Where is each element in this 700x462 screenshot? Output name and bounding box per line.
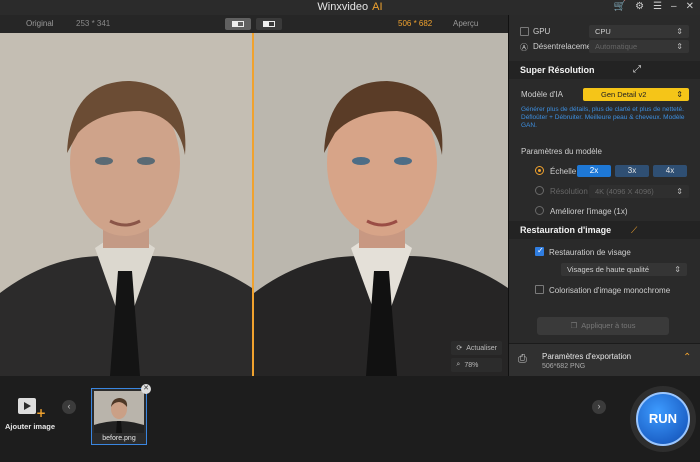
face-restoration-label: Restauration de visage bbox=[549, 248, 631, 257]
restoration-title: Restauration d'image bbox=[520, 225, 612, 235]
remove-file-icon[interactable]: ✕ bbox=[141, 384, 151, 394]
super-resolution-title: Super Résolution bbox=[520, 65, 595, 75]
gpu-select[interactable]: CPU ⇕ bbox=[589, 25, 689, 38]
app-title: Winxvideo AI bbox=[0, 1, 700, 13]
output-resolution: 506 * 682 bbox=[398, 19, 433, 28]
chevron-updown-icon: ⇕ bbox=[676, 90, 683, 99]
enhanced-image bbox=[254, 33, 508, 376]
deinterlace-select-value: Automatique bbox=[595, 42, 638, 51]
add-image-label: Ajouter image bbox=[4, 422, 55, 431]
colorize-label: Colorisation d'image monochrome bbox=[549, 286, 671, 295]
resolution-label: Résolution bbox=[550, 187, 588, 196]
thumbnail-image bbox=[94, 391, 144, 433]
preview-label: Aperçu bbox=[453, 19, 479, 28]
settings-panel: GPU CPU ⇕ Ⓐ Désentrelacement Automatique… bbox=[508, 15, 700, 376]
enhance-image-radio[interactable] bbox=[535, 206, 544, 215]
original-resolution: 253 * 341 bbox=[76, 19, 111, 28]
refresh-label: Actualiser bbox=[466, 344, 497, 352]
scale-3x-button[interactable]: 3x bbox=[615, 165, 649, 177]
chevron-double-up-icon[interactable]: ⌃ bbox=[683, 352, 691, 363]
chevron-updown-icon: ⇕ bbox=[674, 265, 681, 274]
run-button[interactable]: RUN bbox=[636, 392, 690, 446]
app-name-accent: AI bbox=[372, 1, 383, 13]
copy-icon: ❐ bbox=[570, 321, 578, 330]
ai-model-value: Gen Detail v2 bbox=[601, 90, 647, 99]
original-image bbox=[0, 33, 252, 376]
ai-model-select[interactable]: Gen Detail v2 ⇕ bbox=[583, 88, 689, 101]
refresh-button[interactable]: ⟳ Actualiser bbox=[451, 341, 502, 355]
scale-4x-button[interactable]: 4x bbox=[653, 165, 687, 177]
face-quality-value: Visages de haute qualité bbox=[567, 265, 650, 274]
app-name: Winxvideo bbox=[317, 1, 369, 13]
resolution-select[interactable]: 4K (4096 X 4096) ⇕ bbox=[589, 185, 689, 198]
super-resolution-header: Super Résolution ⤢ bbox=[509, 61, 700, 79]
zoom-level: 78% bbox=[464, 361, 479, 369]
export-title: Paramètres d'exportation bbox=[542, 352, 632, 361]
scroll-right-button[interactable]: › bbox=[592, 400, 606, 414]
menu-icon[interactable]: ☰ bbox=[653, 1, 662, 13]
minimize-icon[interactable]: – bbox=[671, 1, 677, 13]
preview-header: Original 253 * 341 506 * 682 Aperçu bbox=[0, 15, 508, 33]
export-icon: ⎙ bbox=[518, 353, 527, 365]
export-settings[interactable]: ⎙ Paramètres d'exportation 506*682 PNG ⌃ bbox=[509, 343, 700, 376]
refresh-icon: ⟳ bbox=[456, 345, 463, 352]
model-description: Générer plus de détails, plus de clarté … bbox=[521, 106, 685, 129]
run-button-container: RUN bbox=[630, 386, 696, 452]
cart-icon[interactable]: 🛒 bbox=[614, 1, 626, 13]
svg-text:+: + bbox=[36, 406, 45, 418]
gpu-select-value: CPU bbox=[595, 27, 611, 36]
resolution-radio[interactable] bbox=[535, 186, 544, 195]
expand-icon[interactable]: ⤢ bbox=[633, 64, 641, 75]
model-params-label: Paramètres du modèle bbox=[521, 147, 602, 156]
chevron-updown-icon: ⇕ bbox=[676, 27, 683, 36]
zoom-icon: ⌕ bbox=[456, 361, 461, 368]
colorize-checkbox[interactable] bbox=[535, 285, 544, 294]
scroll-left-button[interactable]: ‹ bbox=[62, 400, 76, 414]
resolution-value: 4K (4096 X 4096) bbox=[595, 187, 654, 196]
apply-to-all-button[interactable]: ❐ Appliquer à tous bbox=[537, 317, 669, 335]
settings-icon[interactable]: ⚙ bbox=[635, 1, 644, 13]
scale-label: Échelle bbox=[550, 167, 577, 176]
enhance-image-label: Améliorer l'image (1x) bbox=[550, 207, 628, 216]
file-strip: + Ajouter image ‹ before.png ✕ › bbox=[0, 376, 700, 462]
magic-wand-icon[interactable]: ⟋ bbox=[631, 225, 637, 236]
export-details: 506*682 PNG bbox=[542, 363, 586, 370]
restoration-header: Restauration d'image ⟋ bbox=[509, 221, 700, 239]
close-icon[interactable]: ✕ bbox=[686, 1, 694, 13]
side-by-side-view-button[interactable] bbox=[256, 18, 282, 30]
scale-radio[interactable] bbox=[535, 166, 544, 175]
apply-to-all-label: Appliquer à tous bbox=[581, 321, 636, 330]
face-restoration-checkbox[interactable] bbox=[535, 246, 544, 256]
preview-area[interactable]: ⟳ Actualiser ⌕ 78% bbox=[0, 33, 508, 376]
ai-model-label: Modèle d'IA bbox=[521, 90, 563, 99]
zoom-control[interactable]: ⌕ 78% bbox=[451, 358, 502, 372]
chevron-updown-icon: ⇕ bbox=[676, 187, 683, 196]
split-view-button[interactable] bbox=[225, 18, 251, 30]
add-image-icon: + bbox=[18, 398, 46, 420]
deinterlace-select[interactable]: Automatique ⇕ bbox=[589, 40, 689, 53]
gpu-label: GPU bbox=[533, 27, 551, 36]
scale-2x-button[interactable]: 2x bbox=[577, 165, 611, 177]
original-label: Original bbox=[26, 19, 54, 28]
add-image-button[interactable]: + Ajouter image bbox=[4, 396, 56, 431]
deinterlace-icon: Ⓐ bbox=[520, 43, 528, 52]
face-quality-select[interactable]: Visages de haute qualité ⇕ bbox=[561, 263, 687, 276]
chevron-updown-icon: ⇕ bbox=[676, 42, 683, 51]
gpu-checkbox[interactable] bbox=[520, 27, 529, 36]
title-bar: Winxvideo AI 🛒 ⚙ ☰ – ✕ bbox=[0, 0, 700, 15]
file-thumbnail[interactable]: before.png ✕ bbox=[91, 384, 151, 445]
file-name: before.png bbox=[102, 435, 136, 442]
